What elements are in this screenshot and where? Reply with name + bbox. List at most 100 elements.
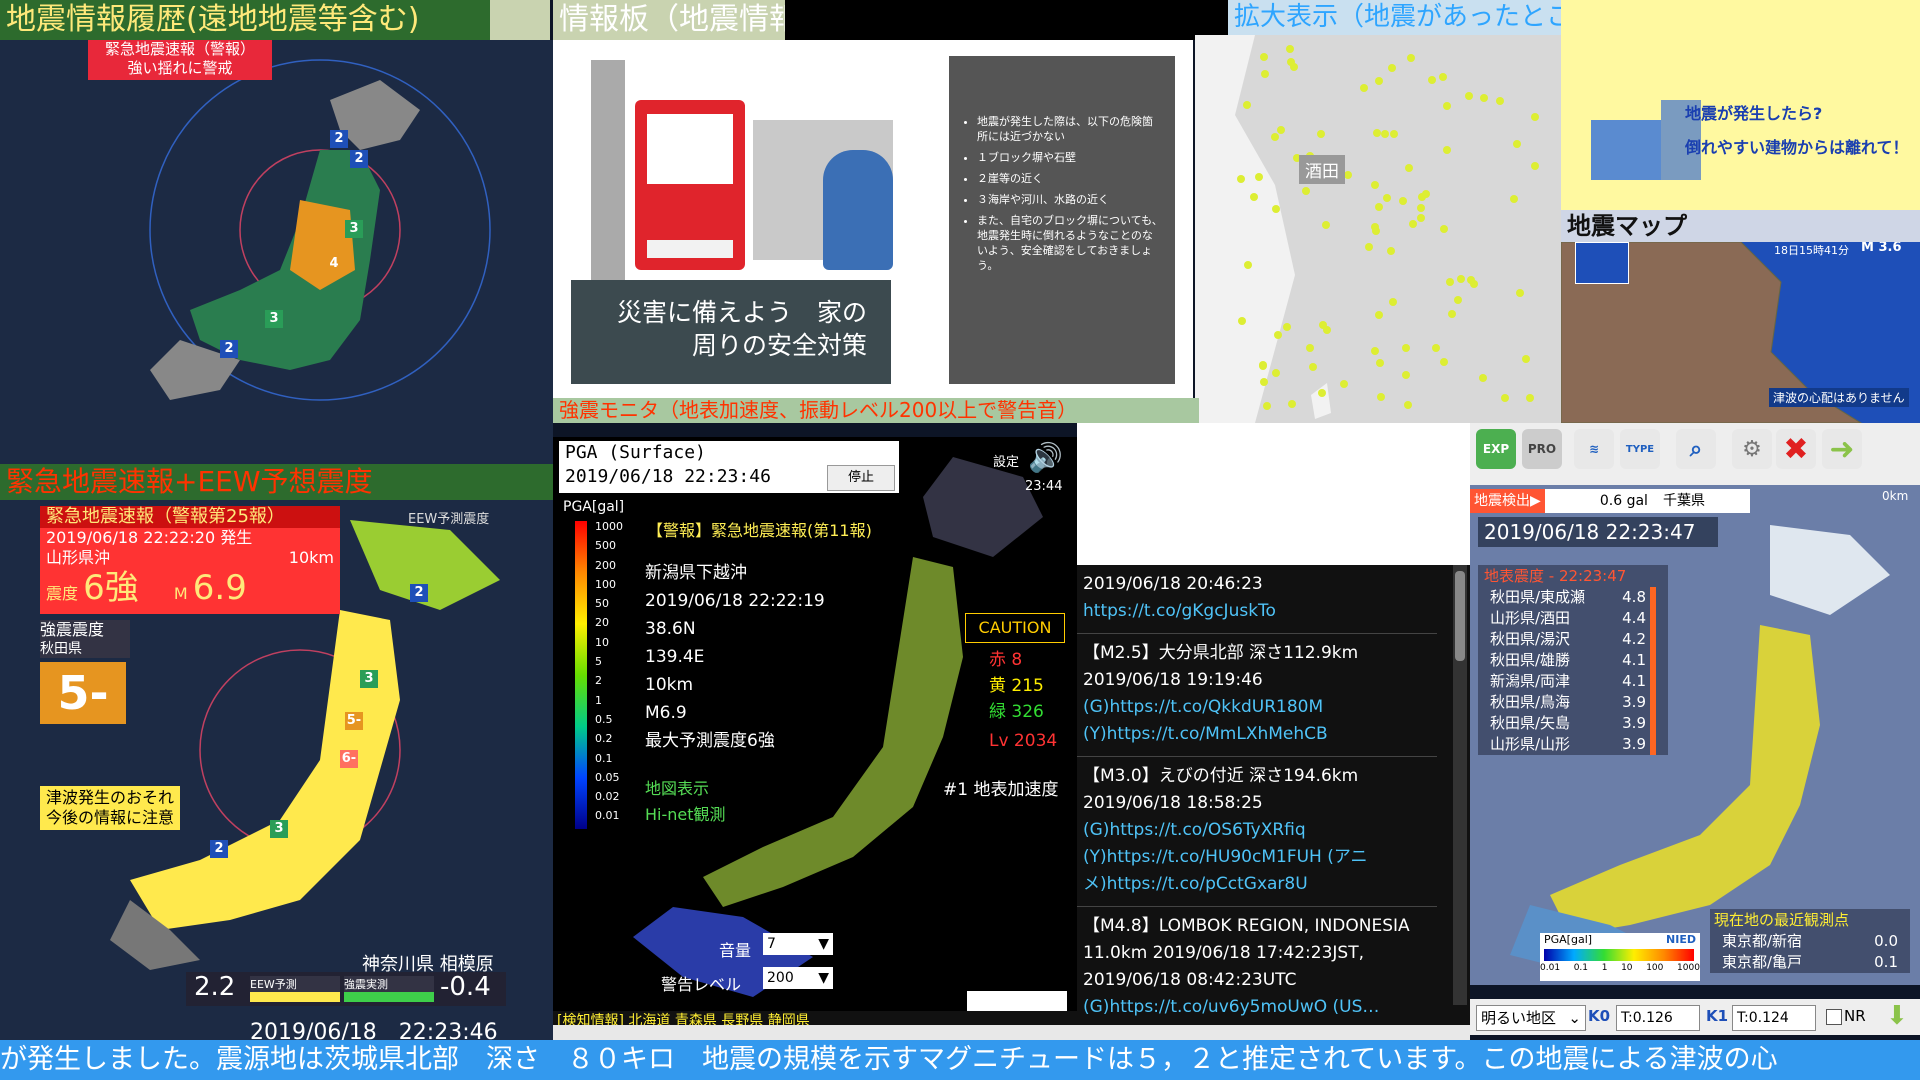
tweet-link[interactable]: (Y)https://t.co/HU90cM1FUH (アニメ)https://… bbox=[1083, 844, 1431, 898]
station-dot bbox=[1317, 389, 1326, 398]
station-dot bbox=[1270, 132, 1279, 141]
board-bullet: また、自宅のブロック塀についても、地震発生時に倒れるようなことのないよう、安全確… bbox=[977, 213, 1163, 273]
tweet-link[interactable]: https://t.co/gKgcJuskTo bbox=[1083, 598, 1431, 625]
nied-logo bbox=[967, 991, 1067, 1011]
eew-strong-box: 強震震度 秋田県 5- bbox=[40, 620, 130, 724]
dropdown-arrow-icon: ▼ bbox=[818, 970, 829, 986]
monitor-alarm-label: 警告レベル bbox=[661, 975, 742, 994]
kmoni-pga-label: PGA[gal] bbox=[1544, 933, 1593, 946]
station-dot bbox=[1273, 330, 1282, 339]
board-bullet-list: 地震が発生した際は、以下の危険箇所には近づかない １ブロック塀や石壁 ２崖等の近く ３… bbox=[949, 114, 1175, 273]
kmoni-k1-label: K1 bbox=[1706, 1007, 1729, 1025]
kmoni-area-select[interactable]: 明るい地区 ⌄ bbox=[1476, 1005, 1586, 1031]
gear-icon[interactable]: ⚙ bbox=[1732, 429, 1772, 469]
kmoni-list-row: 山形県/山形 3.9 bbox=[1478, 734, 1668, 755]
bottom-ticker: が発生しました。震源地は茨城県北部 深さ ８０キロ 地震の規模を示すマグニチュー… bbox=[0, 1040, 1920, 1080]
tweet-scrollbar[interactable] bbox=[1453, 565, 1467, 1005]
exp-button[interactable]: EXP bbox=[1476, 429, 1516, 469]
ad-line2: 倒れやすい建物からは離れて！ bbox=[1685, 138, 1909, 157]
tweet-link[interactable]: (G)https://t.co/uv6y5moUwO (US… bbox=[1083, 994, 1431, 1021]
kmoni-intensity: 3.9 bbox=[1622, 713, 1656, 734]
monitor-details: 新潟県下越沖 2019/06/18 22:22:19 38.6N 139.4E 10km… bbox=[645, 559, 825, 755]
tweet-link[interactable]: (Y)https://t.co/MmLXhMehCB bbox=[1083, 721, 1431, 748]
tweet-text: 【M3.0】えびの付近 深さ194.6km bbox=[1083, 766, 1359, 786]
history-alert-box: 緊急地震速報（警報） 強い揺れに警戒 bbox=[88, 40, 272, 80]
tweet-link[interactable]: (G)https://t.co/OS6TyXRfiq bbox=[1083, 817, 1431, 844]
tweet-entry: 【M3.0】えびの付近 深さ194.6km 2019/06/18 18:58:25… bbox=[1077, 757, 1437, 907]
kmoni-station: 山形県/山形 bbox=[1490, 735, 1571, 753]
kmoni-k1-field[interactable]: T:0.124 bbox=[1732, 1005, 1816, 1031]
monitor-stop-button[interactable]: 停止 bbox=[827, 465, 895, 491]
kmoni-panel: 地震検出▶ 0.6 gal 千葉県 0km 2019/06/18 22:23:4… bbox=[1470, 485, 1920, 985]
station-dot bbox=[1380, 129, 1389, 138]
kmoni-nr-checkbox[interactable] bbox=[1826, 1009, 1842, 1025]
station-dot bbox=[1446, 277, 1455, 286]
tweet-text: 2019/06/18 20:46:23 bbox=[1083, 574, 1263, 594]
ad-panel: 地震が発生したら? 倒れやすい建物からは離れて！ bbox=[1561, 0, 1920, 210]
monitor-pga-title: PGA (Surface) bbox=[565, 442, 706, 463]
close-icon[interactable]: ✖ bbox=[1776, 429, 1816, 469]
board-bullet: 地震が発生した際は、以下の危険箇所には近づかない bbox=[977, 114, 1163, 144]
station-dot bbox=[1318, 320, 1327, 329]
tweet-scroll-thumb[interactable] bbox=[1455, 571, 1465, 661]
board-bullet: ３海岸や河川、水路の近く bbox=[977, 192, 1163, 207]
station-dot bbox=[1374, 203, 1383, 212]
tweet-list[interactable]: 2019/06/18 20:46:23 https://t.co/gKgcJusk… bbox=[1077, 565, 1470, 1025]
monitor-hinet-link[interactable]: Hi-net観測 bbox=[645, 801, 726, 825]
station-dot bbox=[1373, 128, 1382, 137]
dropdown-arrow-icon: ▼ bbox=[818, 936, 829, 952]
monitor-level: Lv 2034 bbox=[989, 731, 1058, 751]
pro-button[interactable]: PRO bbox=[1522, 429, 1562, 469]
tweet-link[interactable]: (G)https://t.co/QkkdUR180M bbox=[1083, 694, 1431, 721]
chevron-down-icon: ⌄ bbox=[1568, 1009, 1581, 1027]
search-icon[interactable]: ⌕ bbox=[1676, 429, 1716, 469]
eew-badge: 6- bbox=[340, 750, 358, 768]
eew-left-value: 2.2 bbox=[194, 972, 236, 1002]
pga-scale-tick: 0.1 bbox=[595, 751, 613, 765]
speaker-icon[interactable]: 🔊 bbox=[1028, 441, 1063, 474]
board-panel: 災害に備えよう 家の周りの安全対策 地震が発生した際は、以下の危険箇所には近づか… bbox=[553, 40, 1193, 398]
quake-map[interactable]: 18日15時41分 M 3.6 津波の心配はありません bbox=[1561, 242, 1920, 423]
monitor-alarm-select[interactable]: 200 ▼ bbox=[763, 967, 833, 989]
monitor-map-link[interactable]: 地図表示 bbox=[645, 775, 709, 799]
eew-title: 緊急地震速報（警報第25報） bbox=[40, 506, 340, 528]
type-button[interactable]: TYPE bbox=[1620, 429, 1660, 469]
kmoni-legend-tick: 100 bbox=[1646, 963, 1664, 973]
pga-scale-tick: 1 bbox=[595, 693, 602, 707]
history-map[interactable]: 緊急地震速報（警報） 強い揺れに警戒 2 2 3 4 3 2 bbox=[0, 40, 553, 464]
station-dot bbox=[1237, 317, 1246, 326]
eew-intensity-label: 震度 bbox=[46, 584, 79, 603]
tweet-entry: 【M4.8】LOMBOK REGION, INDONESIA 11.0km 20… bbox=[1077, 907, 1437, 1025]
arrow-right-icon[interactable]: ➜ bbox=[1822, 429, 1862, 469]
eew-strong-value: 5- bbox=[40, 662, 126, 724]
kmoni-intensity: 3.9 bbox=[1622, 692, 1656, 713]
station-dot bbox=[1398, 196, 1407, 205]
station-dot bbox=[1417, 213, 1426, 222]
quake-map-scale-box bbox=[1575, 242, 1629, 284]
zoom-map[interactable]: 酒田 bbox=[1195, 35, 1561, 423]
eew-predict-label: EEW予測震度 bbox=[408, 512, 490, 527]
station-dot bbox=[1282, 323, 1291, 332]
bottom-ticker-text: が発生しました。震源地は茨城県北部 深さ ８０キロ 地震の規模を示すマグニチュー… bbox=[0, 1044, 1778, 1075]
kmoni-list-row: 山形県/酒田 4.4 bbox=[1478, 608, 1668, 629]
history-map-svg bbox=[149, 59, 491, 401]
eew-bar-left-label: EEW予測 bbox=[250, 976, 340, 992]
kmoni-zero-label: 0km bbox=[1882, 489, 1909, 503]
station-dot bbox=[1389, 129, 1398, 138]
download-arrow-icon[interactable]: ⬇ bbox=[1886, 1001, 1908, 1031]
tweet-hscroll[interactable] bbox=[553, 1025, 1470, 1040]
eew-bar-left: EEW予測 bbox=[250, 976, 340, 1002]
monitor-volume-select[interactable]: 7 ▼ bbox=[763, 933, 833, 955]
eew-intensity-row: 震度 6強 M 6.9 bbox=[40, 568, 340, 614]
history-tab-gap bbox=[490, 0, 550, 40]
eew-depth: 10km bbox=[288, 548, 334, 567]
kmoni-k0-field[interactable]: T:0.126 bbox=[1616, 1005, 1700, 1031]
pga-scale-tick: 0.05 bbox=[595, 770, 620, 784]
kmoni-near-row: 東京都/亀戸 0.1 bbox=[1710, 952, 1910, 973]
wave-icon[interactable]: ≋ bbox=[1574, 429, 1614, 469]
monitor-scale-bar bbox=[575, 521, 587, 829]
kmoni-detect-row: 地震検出▶ 0.6 gal 千葉県 bbox=[1470, 489, 1750, 513]
monitor-settings-button[interactable]: 設定 bbox=[993, 451, 1019, 470]
pga-scale-tick: 20 bbox=[595, 616, 609, 630]
monitor-detail-line: M6.9 bbox=[645, 703, 687, 723]
